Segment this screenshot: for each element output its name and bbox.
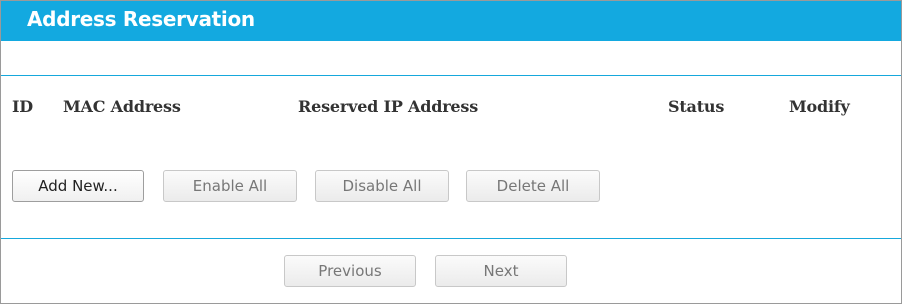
column-header-mac-address: MAC Address: [63, 97, 181, 116]
delete-all-button[interactable]: Delete All: [466, 170, 600, 202]
divider-top: [1, 75, 901, 76]
next-button[interactable]: Next: [435, 255, 567, 287]
page-title: Address Reservation: [27, 7, 255, 31]
enable-all-button[interactable]: Enable All: [163, 170, 297, 202]
column-header-modify: Modify: [789, 97, 850, 116]
column-header-reserved-ip-address: Reserved IP Address: [298, 97, 479, 116]
divider-bottom: [1, 238, 901, 239]
column-header-id: ID: [12, 97, 33, 116]
panel-header: Address Reservation: [1, 1, 901, 41]
column-header-status: Status: [668, 97, 725, 116]
address-reservation-panel: Address Reservation ID MAC Address Reser…: [0, 0, 902, 304]
previous-button[interactable]: Previous: [284, 255, 416, 287]
add-new-button[interactable]: Add New...: [12, 170, 144, 202]
disable-all-button[interactable]: Disable All: [315, 170, 449, 202]
